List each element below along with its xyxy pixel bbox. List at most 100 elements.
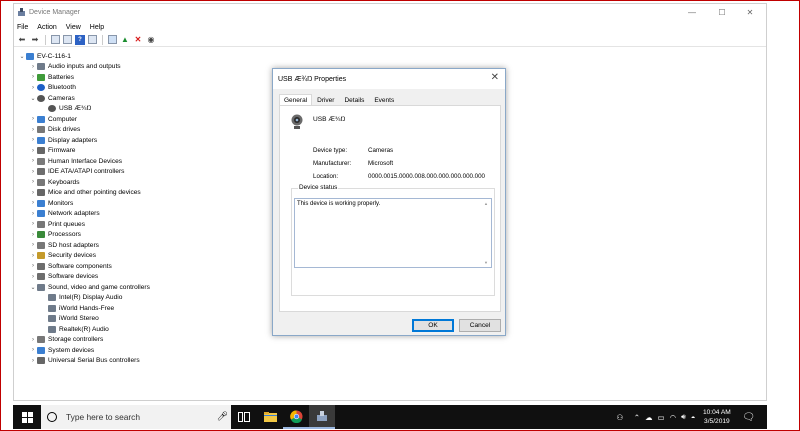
people-icon[interactable]: ⚇	[617, 413, 624, 422]
chevron-right-icon[interactable]: ›	[29, 127, 37, 133]
tree-item[interactable]: ⌄ Cameras	[18, 93, 150, 104]
dialog-close-button[interactable]: ✕	[491, 72, 499, 83]
tree-root[interactable]: ⌄ EV-C-116-1	[18, 51, 150, 62]
task-view-button[interactable]	[231, 405, 257, 429]
tree-item[interactable]: › Mice and other pointing devices	[18, 188, 150, 199]
tree-item[interactable]: › Security devices	[18, 251, 150, 262]
chevron-right-icon[interactable]: ›	[29, 274, 37, 280]
microphone-icon[interactable]: 🎤︎	[217, 411, 228, 422]
file-explorer-button[interactable]	[257, 405, 283, 429]
tree-item[interactable]: › Universal Serial Bus controllers	[18, 356, 150, 367]
menu-file[interactable]: File	[17, 24, 28, 31]
tree-item[interactable]: › Print queues	[18, 219, 150, 230]
bluetooth-tray-icon[interactable]: ◓	[691, 413, 696, 422]
tree-item[interactable]: › Batteries	[18, 72, 150, 83]
minimize-button[interactable]: —	[678, 4, 706, 21]
chevron-right-icon[interactable]: ›	[29, 253, 37, 259]
network-icon[interactable]: ◠	[670, 413, 677, 422]
tree-item[interactable]: › Disk drives	[18, 125, 150, 136]
chevron-right-icon[interactable]: ›	[29, 179, 37, 185]
chevron-right-icon[interactable]: ›	[29, 74, 37, 80]
tab-events[interactable]: Events	[369, 94, 399, 105]
uninstall-device-icon[interactable]: ✕	[133, 35, 143, 45]
device-manager-taskbar-button[interactable]	[309, 405, 335, 429]
cancel-button[interactable]: Cancel	[459, 319, 501, 332]
tree-item[interactable]: › Human Interface Devices	[18, 156, 150, 167]
taskbar-search-box[interactable]: Type here to search 🎤︎	[41, 405, 231, 429]
ok-button[interactable]: OK	[412, 319, 454, 332]
show-hidden-icons-icon[interactable]: ⌃	[634, 413, 640, 422]
chevron-right-icon[interactable]: ›	[29, 190, 37, 196]
tree-item[interactable]: Realtek(R) Audio	[18, 324, 150, 335]
chevron-right-icon[interactable]: ›	[29, 242, 37, 248]
properties-icon[interactable]	[63, 35, 72, 44]
chevron-right-icon[interactable]: ›	[29, 337, 37, 343]
device-status-textbox[interactable]: This device is working properly. ▲ ▼	[294, 198, 492, 268]
tree-item[interactable]: iWorld Stereo	[18, 314, 150, 325]
back-arrow-icon[interactable]: ⬅	[17, 35, 27, 45]
battery-icon[interactable]: ▭	[658, 413, 665, 422]
tab-general[interactable]: General	[279, 94, 313, 105]
tree-item[interactable]: › SD host adapters	[18, 240, 150, 251]
action-center-icon[interactable]: 🗨︎	[742, 412, 755, 423]
tree-item[interactable]: › Monitors	[18, 198, 150, 209]
chevron-right-icon[interactable]: ›	[29, 158, 37, 164]
chevron-right-icon[interactable]: ›	[29, 211, 37, 217]
scroll-up-icon[interactable]: ▲	[484, 201, 488, 206]
scan-hardware-monitor-icon[interactable]	[108, 35, 117, 44]
chrome-button[interactable]	[283, 405, 309, 429]
chevron-down-icon[interactable]: ⌄	[18, 53, 26, 60]
chevron-right-icon[interactable]: ›	[29, 85, 37, 91]
close-button[interactable]: ✕	[736, 4, 764, 21]
volume-icon[interactable]: 🔊︎	[681, 412, 686, 422]
maximize-button[interactable]: ☐	[708, 4, 736, 21]
tree-item[interactable]: ⌄ Sound, video and game controllers	[18, 282, 150, 293]
tree-item-label: SD host adapters	[48, 241, 99, 249]
chevron-right-icon[interactable]: ›	[29, 116, 37, 122]
tree-item[interactable]: › Software devices	[18, 272, 150, 283]
update-driver-icon[interactable]: ▲	[120, 35, 130, 45]
chevron-right-icon[interactable]: ›	[29, 358, 37, 364]
tree-item[interactable]: USB Æ¾Ŋ	[18, 104, 150, 115]
chevron-right-icon[interactable]: ›	[29, 64, 37, 70]
menu-help[interactable]: Help	[90, 24, 104, 31]
tree-item[interactable]: › System devices	[18, 345, 150, 356]
tree-item[interactable]: › Firmware	[18, 146, 150, 157]
tree-item[interactable]: › IDE ATA/ATAPI controllers	[18, 167, 150, 178]
menu-view[interactable]: View	[66, 24, 81, 31]
chevron-right-icon[interactable]: ›	[29, 137, 37, 143]
device-manager-icon	[17, 8, 26, 17]
disable-device-icon[interactable]: ◉	[146, 35, 156, 45]
tree-item[interactable]: › Computer	[18, 114, 150, 125]
menu-action[interactable]: Action	[37, 24, 56, 31]
tree-item[interactable]: › Keyboards	[18, 177, 150, 188]
chevron-down-icon[interactable]: ⌄	[29, 95, 37, 102]
show-hide-console-tree-icon[interactable]	[51, 35, 60, 44]
tree-item[interactable]: › Display adapters	[18, 135, 150, 146]
chevron-right-icon[interactable]: ›	[29, 148, 37, 154]
tree-item[interactable]: iWorld Hands-Free	[18, 303, 150, 314]
clock[interactable]: 10:04 AM 3/5/2019	[703, 408, 731, 426]
action-pane-icon[interactable]	[88, 35, 97, 44]
forward-arrow-icon[interactable]: ➡	[30, 35, 40, 45]
chevron-down-icon[interactable]: ⌄	[29, 284, 37, 291]
tree-item[interactable]: Intel(R) Display Audio	[18, 293, 150, 304]
tree-item[interactable]: › Software components	[18, 261, 150, 272]
tree-item[interactable]: › Bluetooth	[18, 83, 150, 94]
tree-item[interactable]: › Network adapters	[18, 209, 150, 220]
tab-details[interactable]: Details	[339, 94, 369, 105]
scroll-down-icon[interactable]: ▼	[484, 260, 488, 265]
help-icon[interactable]: ?	[75, 34, 85, 45]
chevron-right-icon[interactable]: ›	[29, 263, 37, 269]
chevron-right-icon[interactable]: ›	[29, 232, 37, 238]
tree-item[interactable]: › Audio inputs and outputs	[18, 62, 150, 73]
start-button[interactable]	[13, 405, 41, 429]
chevron-right-icon[interactable]: ›	[29, 221, 37, 227]
tab-driver[interactable]: Driver	[312, 94, 339, 105]
tree-item[interactable]: › Processors	[18, 230, 150, 241]
chevron-right-icon[interactable]: ›	[29, 169, 37, 175]
chevron-right-icon[interactable]: ›	[29, 347, 37, 353]
chevron-right-icon[interactable]: ›	[29, 200, 37, 206]
tree-item[interactable]: › Storage controllers	[18, 335, 150, 346]
onedrive-icon[interactable]: ☁	[645, 413, 653, 422]
